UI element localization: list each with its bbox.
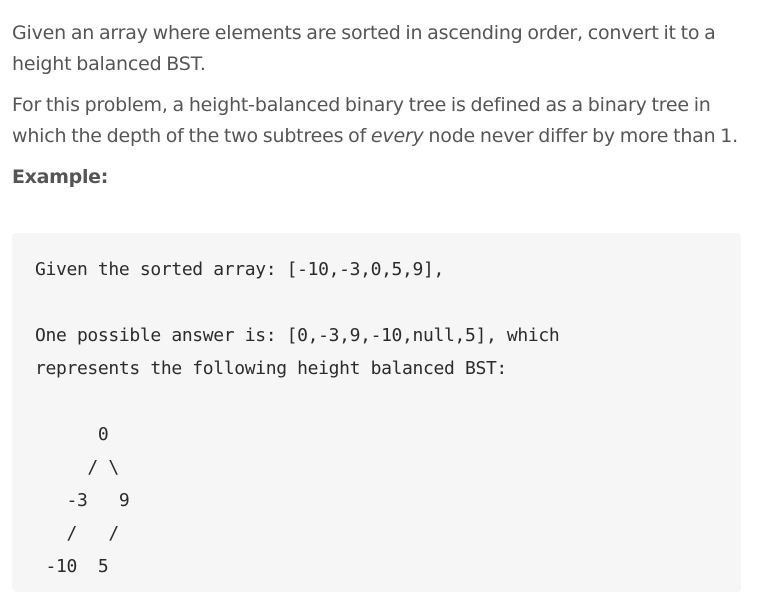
example-code-text: Given the sorted array: [-10,-3,0,5,9], … (35, 253, 718, 583)
code-line: 0 (35, 424, 109, 445)
example-heading: Example: (12, 166, 109, 188)
problem-description: Given an array where elements are sorted… (12, 18, 752, 211)
problem-intro-paragraph: Given an array where elements are sorted… (12, 22, 716, 75)
code-line: One possible answer is: [0,-3,9,-10,null… (35, 325, 560, 346)
code-line: / \ (35, 457, 119, 478)
code-line: Given the sorted array: [-10,-3,0,5,9], (35, 259, 444, 280)
code-line: -3 9 (35, 490, 130, 511)
height-balanced-definition-paragraph: For this problem, a height-balanced bina… (12, 90, 752, 152)
definition-emphasis: every (370, 125, 424, 147)
code-line: / / (35, 523, 119, 544)
code-line: -10 5 (35, 556, 109, 577)
definition-text-end: node never differ by more than 1. (423, 125, 739, 147)
example-code-block: Given the sorted array: [-10,-3,0,5,9], … (12, 233, 741, 592)
code-line: represents the following height balanced… (35, 358, 507, 379)
